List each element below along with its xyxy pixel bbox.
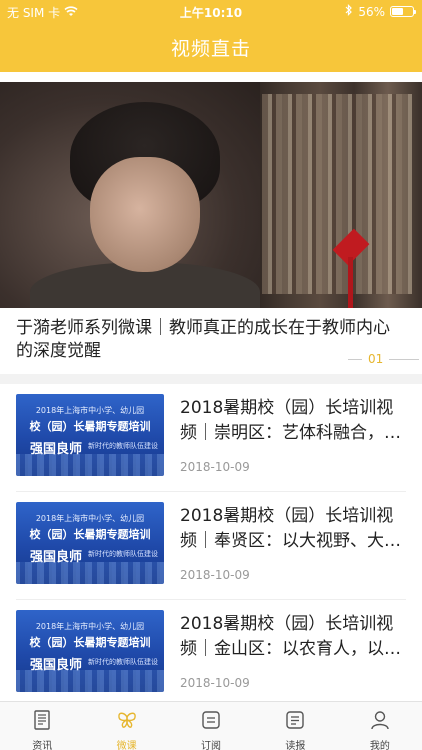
video-date: 2018-10-09 (180, 460, 250, 474)
person-icon (369, 709, 391, 735)
butterfly-icon (116, 709, 138, 735)
thumb-text: 校（园）长暑期专题培训 (29, 420, 151, 433)
read-paper-icon (284, 709, 306, 735)
thumb-text: 新时代的教师队伍建设 (88, 658, 158, 666)
tab-subscribe[interactable]: 订阅 (169, 702, 253, 750)
video-title: 2018暑期校（园）长培训视频｜奉贤区：以大视野、大格局推进教育发展 (180, 506, 401, 551)
thumb-text: 新时代的教师队伍建设 (88, 442, 158, 450)
battery-percent: 56% (358, 4, 385, 19)
status-bar: 无 SIM 卡 上午10:10 56% (0, 0, 422, 22)
tab-microlesson[interactable]: 微课 (84, 702, 168, 750)
video-thumbnail: 2018年上海市中小学、幼儿园 校（园）长暑期专题培训 强国良师 新时代的教师队… (16, 394, 164, 476)
video-thumbnail: 2018年上海市中小学、幼儿园 校（园）长暑期专题培训 强国良师 新时代的教师队… (16, 502, 164, 584)
thumb-text: 2018年上海市中小学、幼儿园 (35, 514, 145, 523)
tab-profile[interactable]: 我的 (338, 702, 422, 750)
bottom-tab-bar: 资讯 微课 订阅 读报 我的 (0, 701, 422, 750)
newspaper-icon (31, 709, 53, 735)
tab-label: 读报 (285, 741, 306, 750)
thumb-text: 2018年上海市中小学、幼儿园 (35, 406, 145, 415)
thumb-text: 新时代的教师队伍建设 (88, 550, 158, 558)
video-date: 2018-10-09 (180, 568, 250, 582)
thumb-text: 校（园）长暑期专题培训 (29, 636, 151, 649)
tab-label: 订阅 (201, 741, 222, 750)
subscribe-icon (200, 709, 222, 735)
bluetooth-icon (345, 4, 353, 19)
section-divider (0, 374, 422, 384)
page-indicator-number: 01 (368, 352, 384, 366)
featured-video-banner[interactable] (0, 82, 422, 308)
tab-label: 资讯 (32, 741, 53, 750)
video-title: 2018暑期校（园）长培训视频｜金山区：以农育人，以农促学 (180, 614, 401, 659)
video-title: 2018暑期校（园）长培训视频｜崇明区：艺体科融合，德智体美劳全面发展 (180, 398, 401, 443)
tab-label: 我的 (369, 741, 390, 750)
tab-news[interactable]: 资讯 (0, 702, 84, 750)
banner-portrait (90, 157, 200, 272)
thumb-text: 校（园）长暑期专题培训 (29, 528, 151, 541)
video-thumbnail: 2018年上海市中小学、幼儿园 校（园）长暑期专题培训 强国良师 新时代的教师队… (16, 610, 164, 692)
video-date: 2018-10-09 (180, 676, 250, 690)
tab-label: 微课 (116, 741, 137, 750)
page-title: 视频直击 (170, 38, 251, 60)
thumb-text: 2018年上海市中小学、幼儿园 (35, 622, 145, 631)
tab-read-paper[interactable]: 读报 (253, 702, 337, 750)
video-list-item[interactable]: 2018年上海市中小学、幼儿园 校（园）长暑期专题培训 强国良师 新时代的教师队… (0, 384, 422, 492)
header-bar: 无 SIM 卡 上午10:10 56% 视频直击 (0, 0, 422, 72)
video-list-item[interactable]: 2018年上海市中小学、幼儿园 校（园）长暑期专题培训 强国良师 新时代的教师队… (0, 600, 422, 708)
banner-page-indicator: 01 (348, 352, 420, 366)
battery-icon (390, 6, 416, 17)
video-list-item[interactable]: 2018年上海市中小学、幼儿园 校（园）长暑期专题培训 强国良师 新时代的教师队… (0, 492, 422, 600)
